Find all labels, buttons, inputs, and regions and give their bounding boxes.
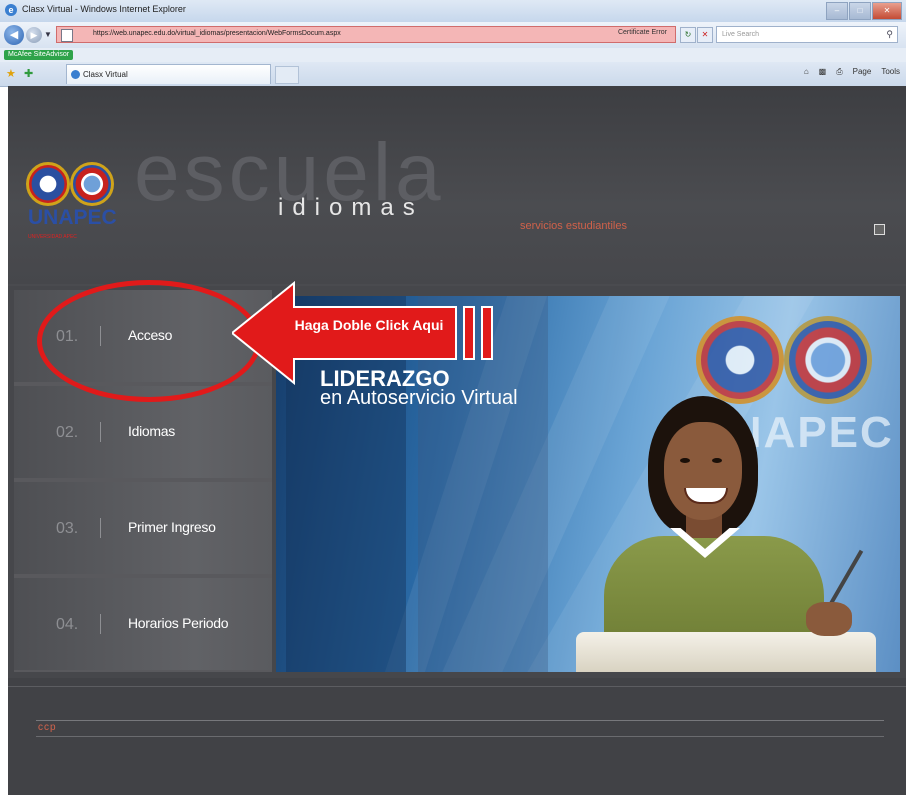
certificate-error-button[interactable]: Certificate Error (618, 29, 667, 36)
feeds-icon[interactable]: ▩ (819, 67, 827, 77)
banner-globe-right-icon (784, 316, 872, 404)
footer-divider (8, 686, 906, 687)
logo-text: UNAPEC (28, 206, 117, 229)
add-favorites-icon[interactable]: ✚ (24, 67, 33, 80)
unapec-logo[interactable]: UNAPEC UNIVERSIDAD APEC (26, 162, 122, 252)
menu-item-primer-ingreso[interactable]: 03. Primer Ingreso (14, 482, 272, 574)
student-eye (712, 458, 722, 463)
home-icon[interactable]: ⌂ (804, 67, 809, 77)
window-titlebar: e Clasx Virtual - Windows Internet Explo… (0, 0, 906, 23)
student-hand (806, 602, 852, 636)
favorites-star-icon[interactable]: ★ (6, 67, 16, 80)
minimize-button[interactable]: – (826, 2, 848, 20)
address-bar: ◀ ▶ ▼ https://web.unapec.edu.do/virtual_… (0, 22, 906, 48)
menu-separator (100, 614, 101, 634)
footer-divider (36, 736, 884, 737)
close-button[interactable]: ✕ (872, 2, 902, 20)
history-dropdown-icon[interactable]: ▼ (44, 30, 52, 39)
tab-clase-virtual[interactable]: Clasx Virtual (66, 64, 271, 84)
student-eye (680, 458, 690, 463)
banner-subtitle: en Autoservicio Virtual (320, 387, 518, 409)
command-bar: ⌂ ▩ ⎙ Page Tools (804, 67, 900, 77)
menu-item-label: Primer Ingreso (128, 519, 216, 535)
menu-item-number: 04. (56, 616, 79, 633)
refresh-button[interactable]: ↻ (680, 27, 696, 43)
toolbar-strip: McAfee SiteAdvisor (0, 48, 906, 62)
menu-item-number: 02. (56, 424, 79, 441)
student-face (664, 422, 742, 520)
student-book (576, 632, 876, 672)
servicios-estudiantiles-link[interactable]: servicios estudiantiles (520, 220, 627, 232)
forward-button[interactable]: ▶ (26, 27, 42, 43)
menu-separator (100, 518, 101, 538)
footer-code-text: ccp (38, 722, 57, 733)
back-button[interactable]: ◀ (4, 25, 24, 45)
idiomas-title: idiomas (278, 194, 424, 221)
window-controls: – □ ✕ (825, 2, 902, 20)
student-photo (556, 396, 876, 672)
url-text: https://web.unapec.edu.do/virtual_idioma… (93, 30, 341, 37)
tabs-bar: ★ ✚ Clasx Virtual ⌂ ▩ ⎙ Page Tools (0, 62, 906, 87)
banner-globe-left-icon (696, 316, 784, 404)
search-input[interactable]: Live Search ⚲ (716, 26, 898, 43)
tools-menu[interactable]: Tools (881, 67, 900, 77)
search-icon[interactable]: ⚲ (886, 29, 893, 40)
maximize-button[interactable]: □ (849, 2, 871, 20)
web-page: UNAPEC UNIVERSIDAD APEC escuela idiomas … (8, 86, 906, 795)
window-title: Clasx Virtual - Windows Internet Explore… (22, 4, 186, 14)
url-field[interactable]: https://web.unapec.edu.do/virtual_idioma… (56, 26, 676, 43)
page-icon (61, 29, 73, 42)
menu-item-label: Idiomas (128, 423, 175, 439)
callout-text: Haga Doble Click Aqui (294, 317, 444, 333)
ie-tab-icon (71, 70, 80, 79)
logo-globe-right-icon (70, 162, 114, 206)
siteadvisor-badge[interactable]: McAfee SiteAdvisor (4, 50, 74, 60)
menu-item-number: 03. (56, 520, 79, 537)
logo-subtext: UNIVERSIDAD APEC (28, 234, 77, 240)
site-header: UNAPEC UNIVERSIDAD APEC escuela idiomas … (8, 86, 906, 284)
page-menu[interactable]: Page (853, 67, 872, 77)
menu-separator (100, 422, 101, 442)
new-tab-button[interactable] (275, 66, 299, 84)
menu-item-horarios-periodo[interactable]: 04. Horarios Periodo (14, 578, 272, 670)
stop-button[interactable]: ✕ (697, 27, 713, 43)
menu-item-label: Horarios Periodo (128, 615, 229, 631)
search-placeholder: Live Search (722, 31, 759, 38)
print-icon[interactable]: ⎙ (836, 67, 842, 77)
footer-divider (36, 720, 884, 721)
logo-globe-left-icon (26, 162, 70, 206)
header-small-icon[interactable] (874, 224, 885, 235)
tab-title: Clasx Virtual (83, 70, 128, 79)
site-footer: ccp (8, 678, 906, 795)
highlight-ellipse (37, 280, 261, 402)
ie-logo-icon: e (5, 4, 17, 16)
